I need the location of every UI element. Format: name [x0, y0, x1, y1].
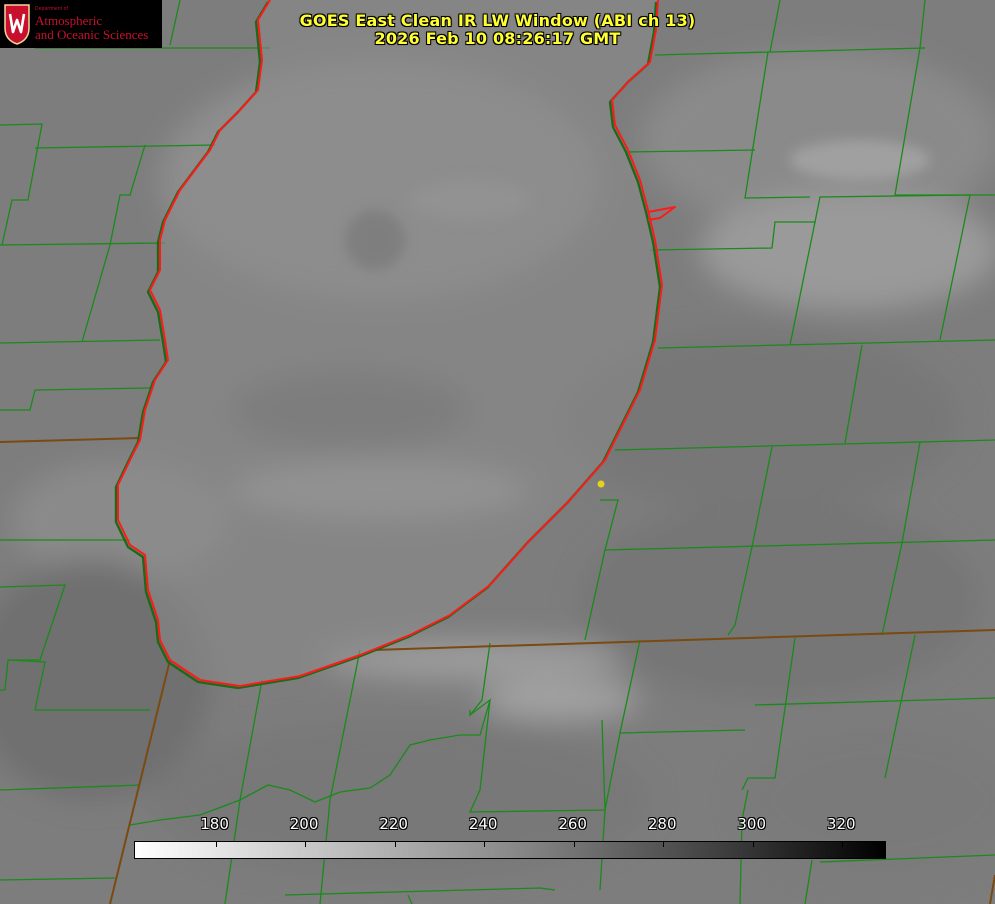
- colorbar-tick: [484, 842, 486, 847]
- location-marker: [597, 480, 605, 488]
- colorbar-tick: [215, 842, 217, 847]
- colorbar-tick: [394, 842, 396, 847]
- satellite-imagery: [0, 0, 995, 904]
- image-timestamp: 2026 Feb 10 08:26:17 GMT: [374, 29, 621, 48]
- colorbar-tick: [663, 842, 665, 847]
- colorbar-tick: [752, 842, 754, 847]
- colorbar-tick: [305, 842, 307, 847]
- colorbar-tick: [573, 842, 575, 847]
- satellite-map-view: Department of Atmospheric and Oceanic Sc…: [0, 0, 995, 904]
- colorbar: [134, 841, 886, 859]
- colorbar-tick: [842, 842, 844, 847]
- image-title: GOES East Clean IR LW Window (ABI ch 13): [299, 11, 696, 30]
